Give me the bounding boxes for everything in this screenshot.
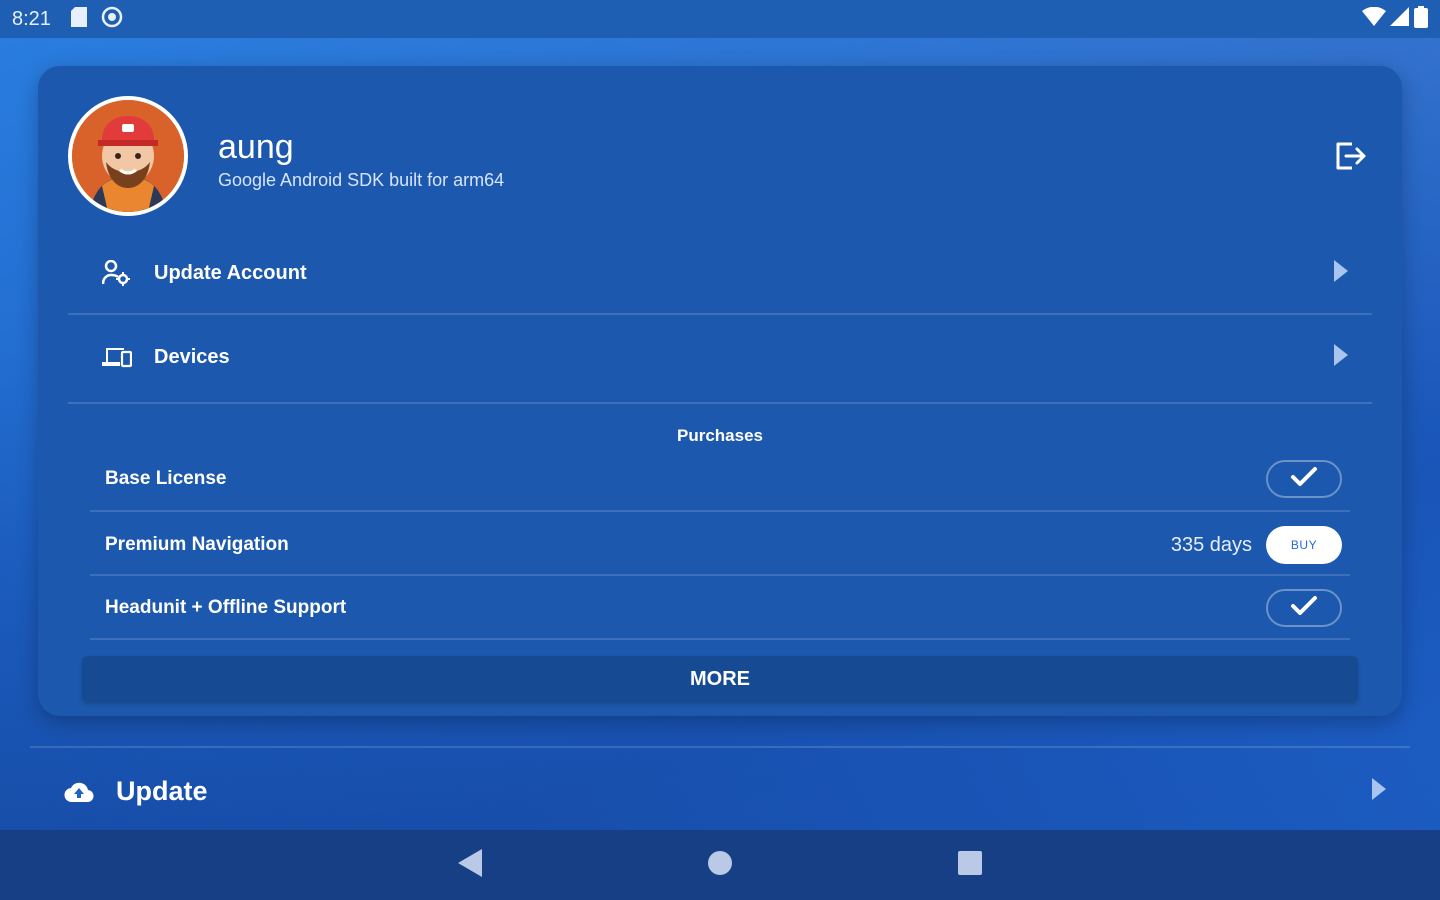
battery-icon: [1414, 5, 1428, 33]
status-bar: 8:21: [0, 0, 1440, 38]
purchase-label: Base License: [105, 468, 227, 489]
buy-button[interactable]: BUY: [1266, 526, 1342, 564]
divider: [68, 313, 1372, 315]
notification-icon: [101, 6, 123, 33]
update-row[interactable]: Update: [30, 760, 1410, 822]
menu-item-update-account[interactable]: Update Account: [68, 238, 1372, 308]
account-settings-icon: [102, 260, 136, 286]
purchase-row-headunit-offline: Headunit + Offline Support: [90, 577, 1350, 639]
recents-icon: [957, 850, 983, 881]
home-icon: [707, 850, 733, 881]
chevron-right-icon: [1334, 343, 1348, 371]
purchase-row-base-license: Base License: [90, 448, 1350, 510]
purchases-title: Purchases: [677, 426, 763, 445]
remaining-days: 335 days: [1170, 533, 1252, 556]
check-icon: [1290, 595, 1318, 622]
divider: [90, 574, 1350, 576]
divider: [68, 402, 1372, 404]
user-name: aung: [218, 128, 294, 166]
owned-check-button[interactable]: [1266, 589, 1342, 627]
navigation-bar: [0, 830, 1440, 900]
menu-item-label: Update Account: [154, 261, 307, 284]
chevron-right-icon: [1372, 777, 1386, 805]
status-time: 8:21: [12, 7, 51, 30]
logout-icon: [1332, 142, 1368, 178]
home-button[interactable]: [700, 845, 740, 885]
purchase-row-premium-navigation: Premium Navigation 335 days BUY: [90, 514, 1350, 576]
purchase-label: Headunit + Offline Support: [105, 597, 347, 618]
back-icon: [458, 848, 482, 882]
sd-card-icon: [70, 6, 87, 32]
cloud-icon: [64, 780, 94, 802]
owned-check-button[interactable]: [1266, 460, 1342, 498]
more-button[interactable]: MORE: [82, 656, 1358, 702]
cell-signal-icon: [1390, 6, 1410, 32]
wifi-icon: [1362, 6, 1386, 32]
divider: [30, 746, 1410, 748]
user-device: Google Android SDK built for arm64: [218, 170, 505, 190]
divider: [90, 510, 1350, 512]
menu-item-devices[interactable]: Devices: [68, 322, 1372, 392]
divider: [90, 638, 1350, 640]
menu-item-label: Devices: [154, 345, 230, 368]
purchase-label: Premium Navigation: [105, 534, 289, 555]
avatar-image: [72, 100, 184, 212]
update-label: Update: [116, 775, 208, 806]
account-card: aung Google Android SDK built for arm64 …: [38, 66, 1402, 716]
check-icon: [1290, 466, 1318, 493]
chevron-right-icon: [1334, 259, 1348, 287]
back-button[interactable]: [450, 845, 490, 885]
logout-button[interactable]: [1332, 138, 1368, 174]
devices-icon: [102, 346, 136, 368]
avatar[interactable]: [68, 96, 188, 216]
recents-button[interactable]: [950, 845, 990, 885]
